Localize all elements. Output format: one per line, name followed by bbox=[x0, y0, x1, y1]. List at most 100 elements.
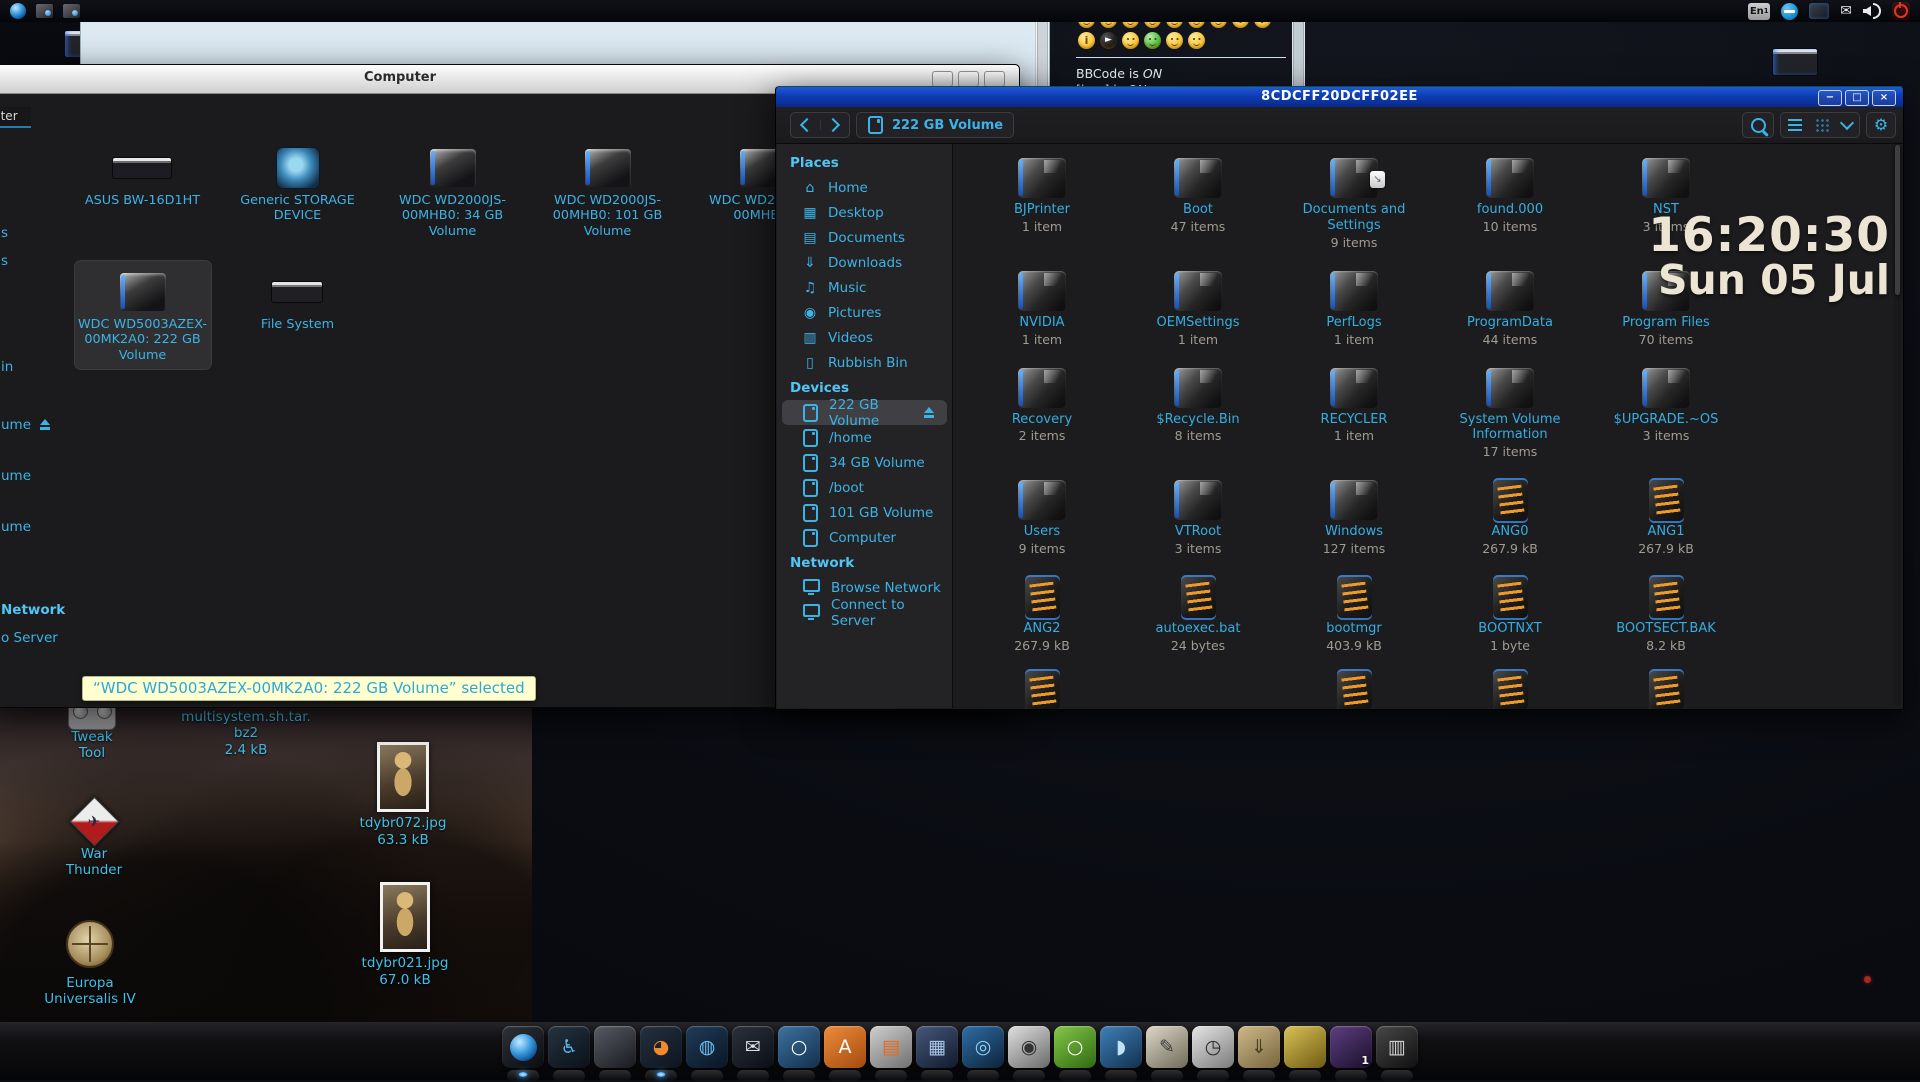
dock-icon-web-browser[interactable]: ◕ bbox=[640, 1026, 682, 1068]
computer-item[interactable]: ASUS BW-16D1HT bbox=[83, 137, 202, 245]
forward-button[interactable] bbox=[820, 120, 850, 130]
dock-icon-blue-swirl-app[interactable]: ◍ bbox=[686, 1026, 728, 1068]
menu-button[interactable]: ⚙ bbox=[1866, 112, 1896, 138]
file-item[interactable]: $Recycle.Bin8 items bbox=[1123, 357, 1273, 460]
titlebar[interactable]: 8CDCFF20DCFF02EE − □ × bbox=[776, 87, 1903, 107]
dock-icon-gray-mascot-app[interactable] bbox=[594, 1026, 636, 1068]
sidebar-item-connect-to-server[interactable]: Connect to Server bbox=[777, 600, 952, 625]
back-button[interactable] bbox=[791, 120, 820, 130]
file-item[interactable]: ANG1267.9 kB bbox=[1591, 469, 1741, 556]
minimize-button[interactable]: − bbox=[1818, 90, 1842, 106]
file-item[interactable]: ANG2267.9 kB bbox=[967, 566, 1117, 653]
smiley-idea[interactable] bbox=[1078, 32, 1095, 49]
dock-icon-software-center[interactable]: ○ bbox=[1054, 1026, 1096, 1068]
file-item[interactable]: System Volume Information17 items bbox=[1435, 357, 1585, 460]
file-item[interactable]: Boot47 items bbox=[1123, 147, 1273, 250]
grid-view-button[interactable] bbox=[1815, 118, 1829, 132]
tab-fragment[interactable]: uter bbox=[0, 107, 31, 128]
power-button[interactable] bbox=[1892, 2, 1910, 20]
smiley-ugeek[interactable] bbox=[1188, 32, 1205, 49]
minimize-button[interactable] bbox=[932, 71, 953, 87]
dock-icon-image-viewer[interactable] bbox=[1284, 1026, 1326, 1068]
file-item[interactable]: ANG0267.9 kB bbox=[1435, 469, 1585, 556]
close-button[interactable] bbox=[984, 71, 1005, 87]
file-item[interactable]: Recovery2 items bbox=[967, 357, 1117, 460]
sidebar-item-101-gb-volume[interactable]: 101 GB Volume bbox=[777, 500, 952, 525]
keyboard-layout-indicator[interactable]: En1 bbox=[1748, 3, 1770, 20]
search-button[interactable] bbox=[1742, 112, 1774, 138]
close-button[interactable]: × bbox=[1872, 90, 1896, 106]
list-view-button[interactable] bbox=[1788, 119, 1802, 131]
file-item[interactable]: found.00010 items bbox=[1435, 147, 1585, 250]
dock-icon-bluefish-app[interactable]: ◗ bbox=[1100, 1026, 1142, 1068]
file-item[interactable]: ProgramData44 items bbox=[1435, 260, 1585, 347]
dock-icon-accessibility-app[interactable]: ♿ bbox=[548, 1026, 590, 1068]
file-item[interactable]: OEMSettings1 item bbox=[1123, 260, 1273, 347]
sidebar-item-desktop[interactable]: ▦Desktop bbox=[777, 200, 952, 225]
file-item[interactable]: ↘Documents and Settings9 items bbox=[1279, 147, 1429, 250]
file-item[interactable]: autoexec.bat24 bytes bbox=[1123, 566, 1273, 653]
panel-folder-icon-2[interactable] bbox=[63, 4, 80, 18]
sidebar-item--home[interactable]: /home bbox=[777, 425, 952, 450]
file-item[interactable]: Users9 items bbox=[967, 469, 1117, 556]
file-item[interactable]: $UPGRADE.~OS3 items bbox=[1591, 357, 1741, 460]
mail-icon[interactable]: ✉ bbox=[1840, 3, 1852, 19]
dock-icon-shutter-app[interactable]: ◎ bbox=[962, 1026, 1004, 1068]
network-icon[interactable] bbox=[1809, 3, 1829, 19]
desktop-icon-war-thunder[interactable]: ✈ War Thunder bbox=[52, 800, 136, 879]
view-options-chevron-icon[interactable] bbox=[1840, 116, 1854, 130]
dock-icon-app-store[interactable]: A bbox=[824, 1026, 866, 1068]
file-item[interactable]: PerfLogs1 item bbox=[1279, 260, 1429, 347]
file-icon[interactable] bbox=[1025, 669, 1060, 710]
sidebar-item-34-gb-volume[interactable]: 34 GB Volume bbox=[777, 450, 952, 475]
maximize-button[interactable]: □ bbox=[1845, 90, 1869, 106]
update-indicator-icon[interactable] bbox=[1781, 3, 1798, 20]
dock-icon-files-app[interactable]: ▥ bbox=[1376, 1026, 1418, 1068]
sidebar-item-home[interactable]: ⌂Home bbox=[777, 175, 952, 200]
file-item[interactable]: RECYCLER1 item bbox=[1279, 357, 1429, 460]
smiley-geek[interactable] bbox=[1166, 32, 1183, 49]
file-item[interactable]: NVIDIA1 item bbox=[967, 260, 1117, 347]
eject-icon[interactable] bbox=[923, 407, 935, 419]
desktop-icon-tdybr021[interactable]: tdybr021.jpg 67.0 kB bbox=[350, 882, 460, 988]
smiley-arrow[interactable] bbox=[1100, 32, 1117, 49]
dock-icon-clock-app[interactable]: ◷ bbox=[1192, 1026, 1234, 1068]
sidebar-item-music[interactable]: ♫Music bbox=[777, 275, 952, 300]
sidebar-item-downloads[interactable]: ⇓Downloads bbox=[777, 250, 952, 275]
file-item[interactable]: BOOTNXT1 byte bbox=[1435, 566, 1585, 653]
computer-item[interactable]: File System bbox=[259, 261, 336, 369]
panel-launcher-orb-icon[interactable] bbox=[10, 3, 26, 19]
desktop-icon-multisystem[interactable]: multisystem.sh.tar.bz2 2.4 kB bbox=[178, 710, 314, 758]
computer-item[interactable]: WDC WD5003AZEX-00MK2A0: 222 GB Volume bbox=[75, 261, 211, 369]
desktop-icon-eu4[interactable]: Europa Universalis IV bbox=[30, 920, 150, 1008]
path-button[interactable]: 222 GB Volume bbox=[856, 112, 1014, 138]
file-icon[interactable] bbox=[1337, 669, 1372, 710]
sidebar-item-pictures[interactable]: ◉Pictures bbox=[777, 300, 952, 325]
computer-item[interactable]: WDC WD2000JS-00MHB0: 101 GB Volume bbox=[540, 137, 676, 245]
file-item[interactable]: BOOTSECT.BAK8.2 kB bbox=[1591, 566, 1741, 653]
sidebar-item-computer[interactable]: Computer bbox=[777, 525, 952, 550]
grid-scrollbar[interactable] bbox=[1894, 145, 1901, 706]
sidebar-item-rubbish-bin[interactable]: ▯Rubbish Bin bbox=[777, 350, 952, 375]
dock-icon-chat-app[interactable]: ○ bbox=[778, 1026, 820, 1068]
file-icon[interactable] bbox=[1493, 669, 1528, 710]
panel-folder-icon-1[interactable] bbox=[36, 4, 53, 18]
file-icon[interactable] bbox=[1649, 669, 1684, 710]
sidebar-item-documents[interactable]: ▤Documents bbox=[777, 225, 952, 250]
desktop-icon-tdybr072[interactable]: tdybr072.jpg 63.3 kB bbox=[348, 742, 458, 848]
dock-icon-camera-app[interactable]: ◉ bbox=[1008, 1026, 1050, 1068]
dock-icon-mail-app[interactable]: ✉ bbox=[732, 1026, 774, 1068]
dock-icon-calculator-app[interactable]: ▦ bbox=[916, 1026, 958, 1068]
file-item[interactable]: VTRoot3 items bbox=[1123, 469, 1273, 556]
volume-icon[interactable] bbox=[1863, 3, 1881, 19]
sidebar-item--boot[interactable]: /boot bbox=[777, 475, 952, 500]
smiley-mrgreen[interactable] bbox=[1144, 32, 1161, 49]
sidebar-item-222-gb-volume[interactable]: 222 GB Volume bbox=[782, 400, 947, 425]
dock-icon-downloads-folder[interactable]: ⇓ bbox=[1238, 1026, 1280, 1068]
file-item[interactable]: bootmgr403.9 kB bbox=[1279, 566, 1429, 653]
dock-icon-menu-orb[interactable] bbox=[502, 1026, 544, 1068]
maximize-button[interactable] bbox=[958, 71, 979, 87]
sidebar-item-videos[interactable]: ▥Videos bbox=[777, 325, 952, 350]
dock-icon-office-docs[interactable]: ▤ bbox=[870, 1026, 912, 1068]
smiley-neutral[interactable] bbox=[1122, 32, 1139, 49]
